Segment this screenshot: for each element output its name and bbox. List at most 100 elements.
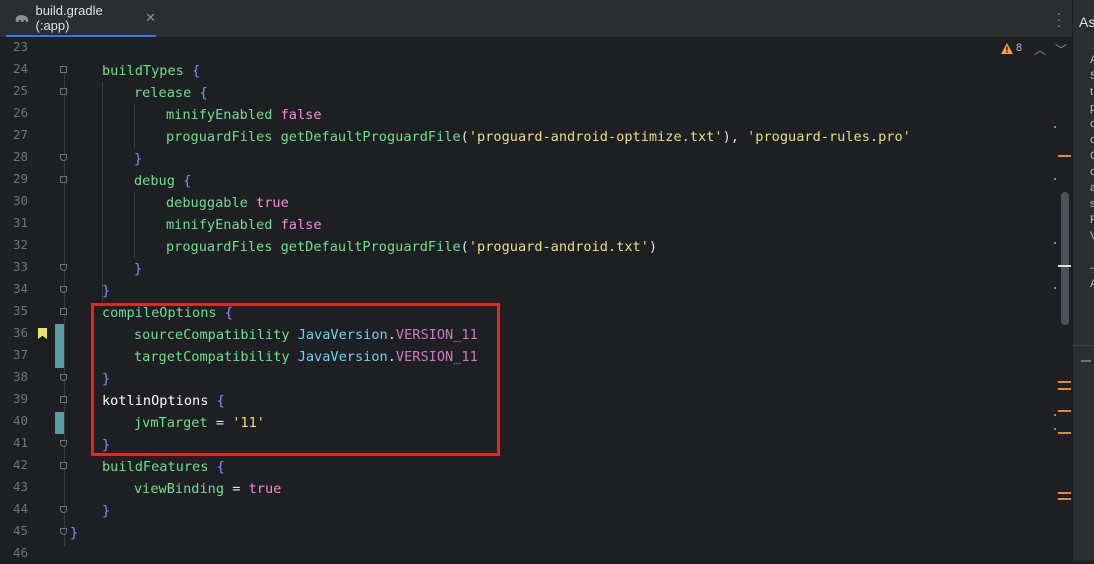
fold-end-icon[interactable]	[60, 264, 67, 271]
warning-stripe-marker[interactable]	[1058, 381, 1071, 383]
indent-guide	[134, 104, 135, 148]
code-line-43: viewBinding = true	[134, 481, 282, 497]
warning-stripe-marker[interactable]	[1058, 388, 1071, 390]
side-panel-text: s	[1090, 198, 1094, 210]
fold-end-icon[interactable]	[60, 154, 67, 161]
line-number: 45	[12, 523, 28, 538]
line-number: 35	[12, 303, 28, 318]
stripe-marker[interactable]	[1054, 242, 1056, 244]
gradle-elephant-icon	[15, 14, 29, 22]
side-panel-text: F	[1090, 214, 1094, 226]
side-panel-text: A	[1090, 278, 1094, 290]
code-line-30: debuggable true	[166, 195, 289, 211]
side-panel-text: p	[1090, 102, 1094, 114]
vcs-change-marker[interactable]	[55, 412, 64, 434]
code-line-26: minifyEnabled false	[166, 107, 322, 123]
stripe-marker[interactable]	[1054, 287, 1056, 289]
line-number: 36	[12, 325, 28, 340]
tab-build-gradle-app[interactable]: build.gradle (:app) ✕	[6, 0, 156, 37]
code-line-27: proguardFiles getDefaultProguardFile('pr…	[166, 129, 911, 145]
line-number: 30	[12, 193, 28, 208]
fold-toggle-icon[interactable]	[60, 88, 67, 95]
warning-icon	[1001, 42, 1013, 54]
code-line-44: }	[102, 503, 111, 519]
warning-stripe-marker[interactable]	[1058, 432, 1071, 434]
warning-stripe-marker[interactable]	[1058, 498, 1071, 500]
side-panel-text: o	[1090, 134, 1094, 146]
code-line-34: }	[102, 283, 111, 299]
line-number: 41	[12, 435, 28, 450]
indent-guide	[102, 82, 103, 302]
line-number: 37	[12, 347, 28, 362]
line-number: 39	[12, 391, 28, 406]
tab-title: build.gradle (:app)	[35, 2, 103, 33]
editor-tab-bar: build.gradle (:app) ✕ · · ·	[0, 0, 1072, 38]
side-panel-text: V	[1090, 230, 1094, 242]
editor-gutter: 23 24 25 26 27 28 29 30 31 32 33 34 35 36 37 38 39 40 41 42…	[0, 38, 70, 561]
highlight-annotation-box	[91, 303, 500, 456]
fold-end-icon[interactable]	[60, 506, 67, 513]
line-number: 34	[12, 281, 28, 296]
side-panel-title: As	[1079, 14, 1094, 30]
line-number: 44	[12, 501, 28, 516]
line-number: 33	[12, 259, 28, 274]
vertical-scrollbar-thumb[interactable]	[1061, 192, 1069, 325]
fold-end-icon[interactable]	[60, 528, 67, 535]
code-line-42: buildFeatures {	[102, 459, 225, 475]
line-number: 23	[12, 39, 28, 54]
next-highlight-icon[interactable]: ﹀	[1055, 41, 1067, 58]
code-line-31: minifyEnabled false	[166, 217, 322, 233]
line-number: 29	[12, 171, 28, 186]
code-line-28: }	[134, 151, 143, 167]
side-panel-collapse-icon[interactable]	[1081, 360, 1091, 362]
side-panel-text: a	[1090, 182, 1094, 194]
warning-count: 8	[1016, 42, 1023, 54]
code-line-45: }	[70, 525, 79, 541]
more-options-icon[interactable]: · · ·	[1054, 6, 1064, 32]
side-panel-text: o	[1090, 118, 1094, 130]
fold-guide-line	[64, 66, 65, 546]
fold-toggle-icon[interactable]	[60, 462, 67, 469]
side-panel-text: S	[1090, 70, 1094, 82]
line-number: 43	[12, 479, 28, 494]
line-number: 27	[12, 127, 28, 142]
stripe-marker[interactable]	[1054, 126, 1056, 128]
warning-stripe-marker[interactable]	[1058, 410, 1071, 412]
fold-toggle-icon[interactable]	[60, 176, 67, 183]
stripe-marker[interactable]	[1054, 428, 1056, 430]
side-panel-text: o	[1090, 166, 1094, 178]
warning-stripe-marker[interactable]	[1058, 492, 1071, 494]
fold-toggle-icon[interactable]	[60, 66, 67, 73]
side-panel-divider	[1073, 345, 1094, 346]
inspection-warnings-widget[interactable]: 8	[1001, 42, 1022, 54]
line-number: 31	[12, 215, 28, 230]
line-number: 42	[12, 457, 28, 472]
code-line-25: release {	[134, 85, 208, 101]
stripe-marker[interactable]	[1054, 178, 1056, 180]
fold-end-icon[interactable]	[60, 374, 67, 381]
fold-toggle-icon[interactable]	[60, 396, 67, 403]
vcs-change-marker[interactable]	[55, 324, 64, 368]
stripe-marker[interactable]	[1054, 414, 1056, 416]
close-tab-icon[interactable]: ✕	[145, 10, 156, 26]
side-panel-text: A	[1090, 54, 1094, 66]
warning-stripe-marker[interactable]	[1058, 155, 1071, 157]
code-editor[interactable]: buildTypes { release { minifyEnabled fal…	[70, 38, 1055, 561]
indent-guide	[134, 192, 135, 258]
side-panel-text: C	[1090, 150, 1094, 162]
fold-end-icon[interactable]	[60, 440, 67, 447]
code-line-29: debug {	[134, 173, 192, 189]
assistant-side-panel: As AStpooCoasFV—A	[1072, 0, 1094, 561]
line-number: 24	[12, 61, 28, 76]
line-number: 26	[12, 105, 28, 120]
line-number: 28	[12, 149, 28, 164]
fold-toggle-icon[interactable]	[60, 308, 67, 315]
side-panel-text: —	[1090, 262, 1094, 274]
previous-highlight-icon[interactable]: ︿	[1034, 41, 1046, 58]
line-number: 25	[12, 83, 28, 98]
line-number: 32	[12, 237, 28, 252]
code-line-32: proguardFiles getDefaultProguardFile('pr…	[166, 239, 658, 255]
caret-stripe-marker[interactable]	[1058, 265, 1071, 267]
line-number: 40	[12, 413, 28, 428]
fold-end-icon[interactable]	[60, 286, 67, 293]
